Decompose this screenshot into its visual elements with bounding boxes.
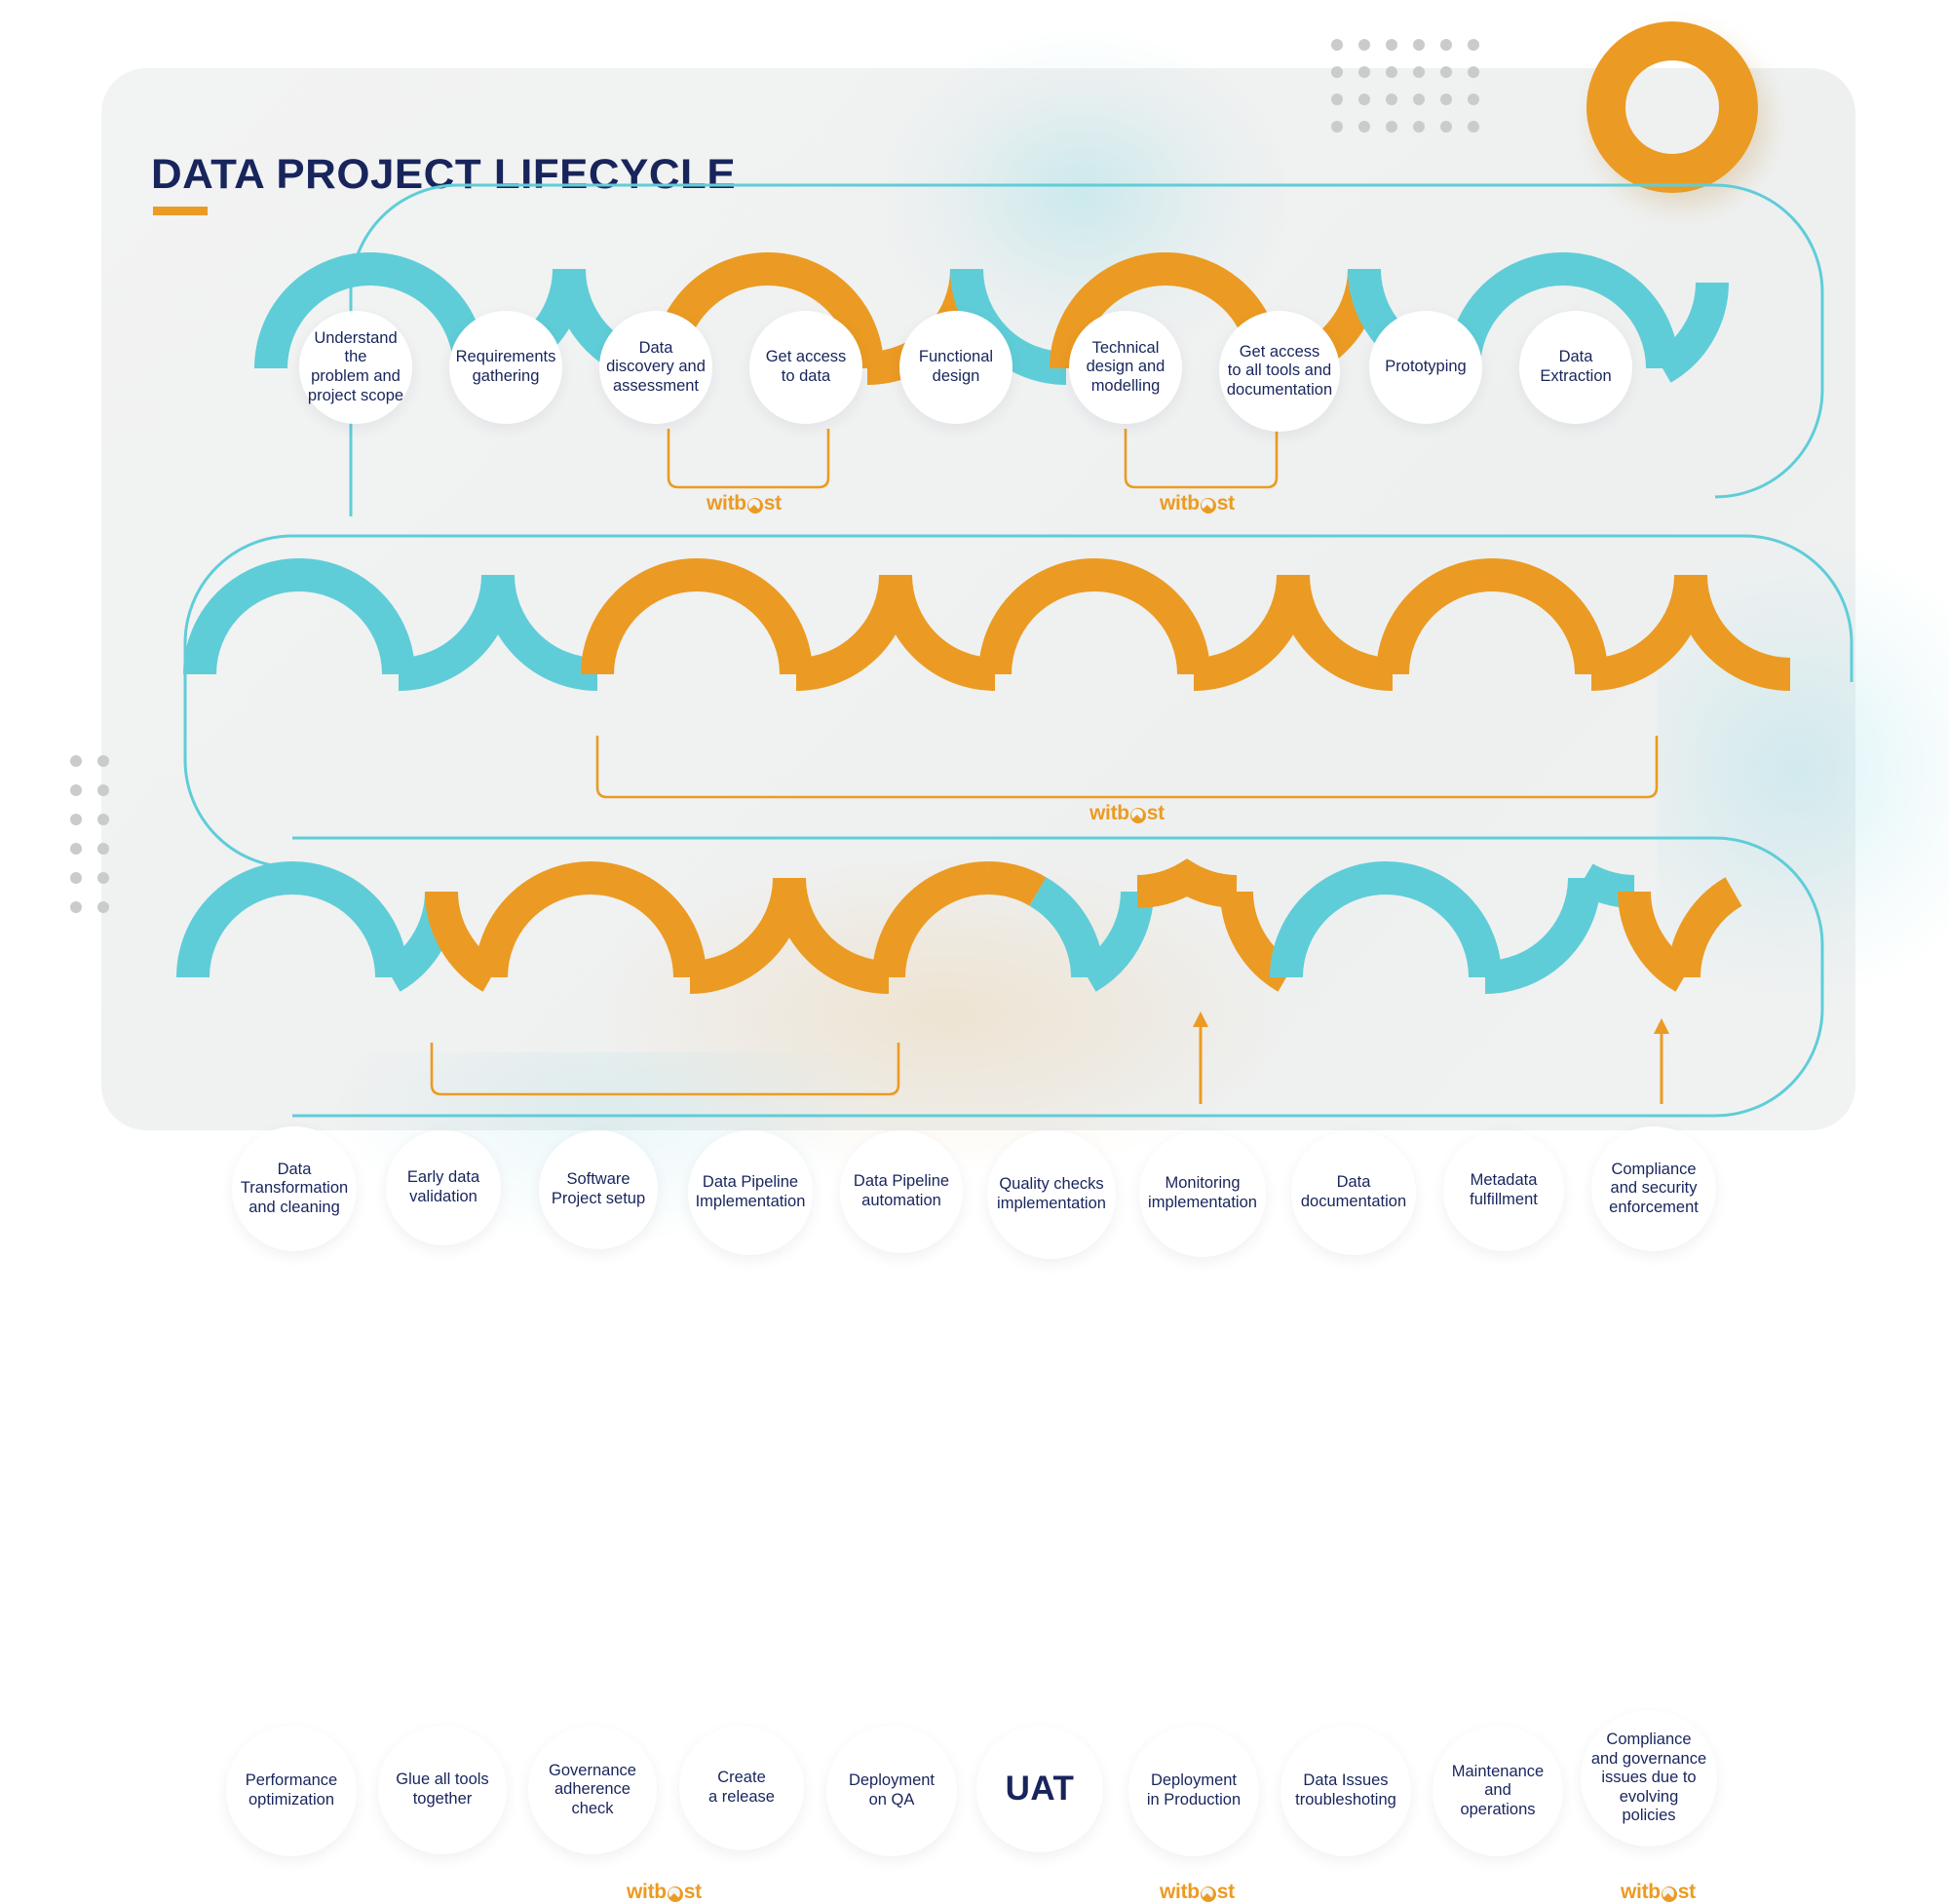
node-row2-1[interactable]: Early data validation (386, 1130, 501, 1245)
row-2-wave-path (183, 534, 1853, 869)
node-row1-0[interactable]: Understand the problem and project scope (299, 311, 412, 424)
node-label: Get access to all tools and documentation (1226, 342, 1333, 399)
node-label: Prototyping (1385, 358, 1467, 376)
node-label: Data discovery and assessment (606, 338, 706, 395)
node-label: Compliance and security enforcement (1609, 1160, 1699, 1216)
node-row3-2[interactable]: Governance adherence check (528, 1726, 657, 1854)
witboost-o-icon (1200, 1886, 1216, 1902)
node-label: Requirements gathering (455, 348, 556, 385)
node-label: Metadata fulfillment (1470, 1171, 1538, 1208)
node-label: Glue all tools together (396, 1771, 489, 1808)
node-row2-6[interactable]: Monitoring implementation (1139, 1130, 1266, 1257)
node-row3-6[interactable]: Deployment in Production (1128, 1726, 1259, 1856)
infographic-canvas: DATA PROJECT LIFECYCLE Understand the pr… (0, 0, 1949, 1903)
lifecycle-row-3: Performance optimization Glue all tools to… (0, 814, 1949, 1903)
node-row1-8[interactable]: Data Extraction (1519, 311, 1632, 424)
node-label: Governance adherence check (549, 1761, 636, 1817)
node-row2-5[interactable]: Quality checks implementation (987, 1130, 1116, 1259)
witboost-logo-row3-b: witb st (1160, 1881, 1235, 1904)
node-label: Maintenance and operations (1451, 1762, 1545, 1818)
node-row1-5[interactable]: Technical design and modelling (1069, 311, 1182, 424)
witboost-text-part2: st (683, 1881, 702, 1903)
witboost-o-icon (1200, 498, 1216, 514)
node-label: Deployment on QA (848, 1771, 936, 1809)
witboost-logo-row1-a: witb st (707, 492, 782, 515)
witboost-text-part2: st (763, 492, 782, 514)
node-label: Data Issues troubleshoting (1295, 1771, 1396, 1809)
node-row2-0[interactable]: Data Transformation and cleaning (232, 1126, 357, 1251)
node-label: Compliance and governance issues due to evo… (1590, 1730, 1707, 1825)
node-label: Deployment in Production (1146, 1771, 1242, 1809)
witboost-text-part2: st (1216, 492, 1235, 514)
node-label: Data Extraction (1540, 348, 1612, 385)
node-row2-9[interactable]: Compliance and security enforcement (1591, 1126, 1716, 1251)
node-label: Data Transformation and cleaning (240, 1160, 349, 1216)
node-row1-7[interactable]: Prototyping (1369, 311, 1482, 424)
lifecycle-row-2: Data Transformation and cleaning Early dat… (0, 526, 1949, 1259)
node-row1-4[interactable]: Functional design (899, 311, 1013, 424)
node-label: Data Pipeline Implementation (695, 1173, 806, 1210)
witboost-o-icon (667, 1886, 683, 1902)
node-label: Monitoring implementation (1148, 1174, 1257, 1211)
node-row3-0[interactable]: Performance optimization (226, 1726, 357, 1856)
witboost-text-part2: st (1216, 1881, 1235, 1903)
node-label: Create a release (708, 1769, 775, 1806)
node-row1-1[interactable]: Requirements gathering (449, 311, 562, 424)
node-label: Technical design and modelling (1086, 338, 1166, 395)
witboost-text-part2: st (1677, 1881, 1696, 1903)
node-row3-3[interactable]: Create a release (679, 1726, 804, 1850)
row-1-wave-path (254, 183, 1824, 516)
node-label: Software Project setup (551, 1170, 646, 1207)
node-row2-2[interactable]: Software Project setup (539, 1130, 658, 1249)
node-row2-3[interactable]: Data Pipeline Implementation (688, 1130, 813, 1255)
node-label: Early data validation (406, 1168, 480, 1205)
witboost-text-part1: witb (627, 1881, 667, 1903)
witboost-text-part1: witb (1160, 1881, 1200, 1903)
witboost-o-icon (1661, 1886, 1677, 1902)
node-label: Get access to data (765, 348, 847, 385)
node-label: Data Pipeline automation (853, 1172, 950, 1209)
node-row3-8[interactable]: Maintenance and operations (1433, 1726, 1563, 1856)
node-label: UAT (1005, 1770, 1075, 1809)
witboost-text-part1: witb (1621, 1881, 1661, 1903)
node-row3-9[interactable]: Compliance and governance issues due to evo… (1581, 1710, 1717, 1847)
node-row3-7[interactable]: Data Issues troubleshoting (1280, 1726, 1411, 1856)
row-3-wave-path (176, 836, 1824, 1118)
lifecycle-row-1: Understand the problem and project scope R… (0, 0, 1949, 546)
node-label: Quality checks implementation (997, 1175, 1106, 1212)
node-label: Understand the problem and project scope (307, 328, 404, 404)
witboost-text-part1: witb (707, 492, 746, 514)
node-row2-8[interactable]: Metadata fulfillment (1443, 1130, 1564, 1251)
node-row3-1[interactable]: Glue all tools together (378, 1726, 507, 1854)
witboost-logo-row3-a: witb st (627, 1881, 702, 1904)
node-row1-2[interactable]: Data discovery and assessment (599, 311, 712, 424)
node-label: Functional design (918, 348, 994, 385)
node-row3-5[interactable]: UAT (976, 1726, 1103, 1852)
node-row2-7[interactable]: Data documentation (1291, 1130, 1416, 1255)
node-row1-3[interactable]: Get access to data (749, 311, 862, 424)
node-row3-4[interactable]: Deployment on QA (826, 1726, 957, 1856)
node-label: Performance optimization (245, 1771, 338, 1809)
witboost-o-icon (746, 498, 763, 514)
witboost-logo-row3-c: witb st (1621, 1881, 1696, 1904)
witboost-text-part1: witb (1160, 492, 1200, 514)
node-label: Data documentation (1300, 1173, 1407, 1210)
witboost-logo-row1-b: witb st (1160, 492, 1235, 515)
node-row1-6[interactable]: Get access to all tools and documentation (1219, 311, 1340, 432)
node-row2-4[interactable]: Data Pipeline automation (840, 1130, 963, 1253)
